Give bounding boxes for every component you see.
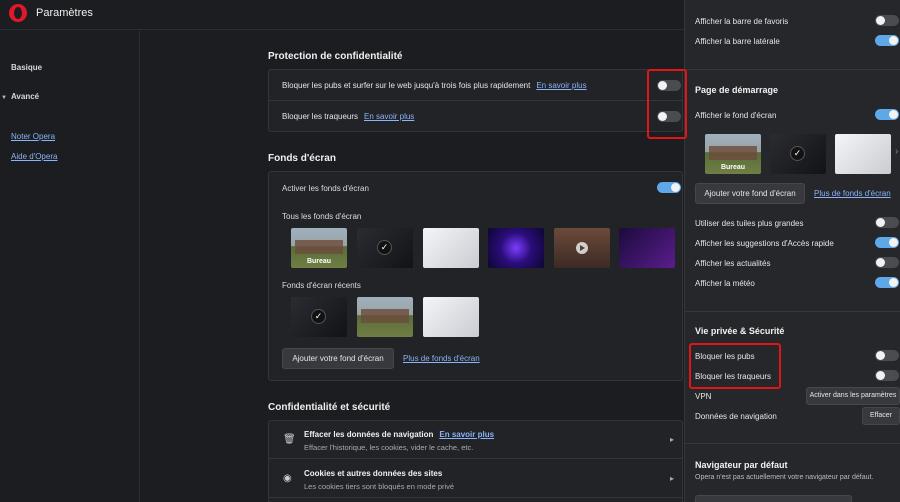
panel-more-wallpapers-link[interactable]: Plus de fonds d'écran bbox=[814, 189, 891, 198]
opera-logo-icon bbox=[9, 4, 27, 22]
wallpaper-thumb-bureau[interactable]: Bureau bbox=[291, 228, 347, 268]
panel-wallpaper-thumb-dark[interactable]: ✓ bbox=[770, 134, 826, 174]
speed-dial-suggestions-toggle[interactable] bbox=[875, 237, 899, 248]
enable-wallpapers-toggle[interactable] bbox=[657, 182, 681, 193]
cookies-row[interactable]: ◉ Cookies et autres données des sites Le… bbox=[269, 460, 682, 498]
block-trackers-learn-more-link[interactable]: En savoir plus bbox=[364, 112, 414, 121]
checkmark-icon: ✓ bbox=[790, 146, 805, 161]
panel-block-trackers-toggle[interactable] bbox=[875, 370, 899, 381]
default-browser-title: Navigateur par défaut bbox=[695, 460, 788, 470]
panel-block-ads-toggle[interactable] bbox=[875, 350, 899, 361]
wallpaper-thumb-video[interactable] bbox=[554, 228, 610, 268]
show-bookmarks-bar-toggle[interactable] bbox=[875, 15, 899, 26]
app-title: Paramètres bbox=[36, 7, 93, 19]
sidebar-link-opera-help[interactable]: Aide d'Opera bbox=[11, 152, 57, 161]
show-news-label: Afficher les actualités bbox=[695, 259, 771, 268]
block-ads-label: Bloquer les pubs et surfer sur le web ju… bbox=[282, 81, 587, 90]
cookie-icon: ◉ bbox=[283, 473, 292, 484]
recent-wallpapers-label: Fonds d'écran récents bbox=[282, 281, 361, 290]
panel-wallpaper-thumb-white[interactable] bbox=[835, 134, 891, 174]
highlight-box-panel-privacy bbox=[689, 343, 781, 389]
section-title-wallpapers: Fonds d'écran bbox=[268, 153, 336, 164]
show-wallpaper-toggle[interactable] bbox=[875, 109, 899, 120]
chevron-down-icon: ▼ bbox=[1, 95, 7, 101]
section-title-privacy-protection: Protection de confidentialité bbox=[268, 51, 403, 62]
settings-main: Protection de confidentialité Bloquer le… bbox=[140, 31, 685, 502]
show-weather-label: Afficher la météo bbox=[695, 279, 755, 288]
show-sidebar-toggle[interactable] bbox=[875, 35, 899, 46]
clear-browsing-data-row[interactable]: 🗑 Effacer les données de navigation En sa… bbox=[269, 421, 682, 459]
speed-dial-suggestions-label: Afficher les suggestions d'Accès rapide bbox=[695, 239, 834, 248]
add-wallpaper-button[interactable]: Ajouter votre fond d'écran bbox=[282, 348, 394, 369]
privacy-security-panel-title: Vie privée & Sécurité bbox=[695, 326, 785, 336]
default-browser-note: Opera n'est pas actuellement votre navig… bbox=[695, 474, 874, 481]
checkmark-icon: ✓ bbox=[377, 240, 392, 255]
sidebar: Basique ▼ Avancé Noter Opera Aide d'Opera bbox=[0, 31, 140, 502]
sidebar-item-advanced[interactable]: ▼ Avancé bbox=[1, 92, 39, 101]
vpn-enable-button[interactable]: Activer dans les paramètres bbox=[806, 387, 900, 405]
easy-setup-panel: Afficher la barre de favoris Afficher la… bbox=[684, 0, 900, 502]
chevron-right-icon: ▸ bbox=[669, 474, 674, 483]
sidebar-item-basic[interactable]: Basique bbox=[11, 63, 42, 72]
section-title-privacy-security: Confidentialité et sécurité bbox=[268, 402, 391, 413]
block-trackers-label: Bloquer les traqueurs En savoir plus bbox=[282, 112, 415, 121]
checkmark-icon: ✓ bbox=[311, 309, 326, 324]
trash-icon: 🗑 bbox=[283, 434, 296, 445]
recent-thumb-bureau[interactable] bbox=[357, 297, 413, 337]
wallpapers-card: Activer les fonds d'écran Tous les fonds… bbox=[268, 171, 683, 381]
cookies-subtitle: Les cookies tiers sont bloqués en mode p… bbox=[304, 482, 455, 491]
panel-divider bbox=[685, 311, 900, 312]
enable-wallpapers-label: Activer les fonds d'écran bbox=[282, 184, 369, 193]
play-icon bbox=[576, 242, 588, 254]
clear-data-button[interactable]: Effacer bbox=[862, 407, 900, 425]
show-wallpaper-label: Afficher le fond d'écran bbox=[695, 111, 777, 120]
chevron-right-icon[interactable]: › bbox=[895, 146, 898, 157]
cookies-title: Cookies et autres données des sites bbox=[304, 469, 443, 478]
panel-divider bbox=[685, 69, 900, 70]
recent-thumb-white[interactable] bbox=[423, 297, 479, 337]
panel-divider bbox=[685, 443, 900, 444]
panel-add-wallpaper-button[interactable]: Ajouter votre fond d'écran bbox=[695, 183, 805, 204]
start-page-title: Page de démarrage bbox=[695, 85, 779, 95]
wallpaper-thumb-dark[interactable]: ✓ bbox=[357, 228, 413, 268]
show-sidebar-label: Afficher la barre latérale bbox=[695, 37, 780, 46]
wallpaper-thumb-purple-art[interactable] bbox=[619, 228, 675, 268]
chevron-right-icon: ▸ bbox=[669, 435, 674, 444]
bigger-tiles-toggle[interactable] bbox=[875, 217, 899, 228]
wallpaper-thumb-white[interactable] bbox=[423, 228, 479, 268]
sidebar-link-rate-opera[interactable]: Noter Opera bbox=[11, 132, 55, 141]
highlight-box-toggles bbox=[647, 69, 687, 139]
block-ads-row: Bloquer les pubs et surfer sur le web ju… bbox=[269, 70, 682, 101]
show-weather-toggle[interactable] bbox=[875, 277, 899, 288]
all-wallpapers-label: Tous les fonds d'écran bbox=[282, 212, 362, 221]
sidebar-item-advanced-label: Avancé bbox=[10, 92, 40, 101]
recent-thumb-dark[interactable]: ✓ bbox=[291, 297, 347, 337]
block-ads-learn-more-link[interactable]: En savoir plus bbox=[536, 81, 586, 90]
privacy-security-card: 🗑 Effacer les données de navigation En sa… bbox=[268, 420, 683, 502]
block-trackers-row: Bloquer les traqueurs En savoir plus bbox=[269, 101, 682, 132]
privacy-protection-card: Bloquer les pubs et surfer sur le web ju… bbox=[268, 69, 683, 132]
show-bookmarks-bar-label: Afficher la barre de favoris bbox=[695, 17, 789, 26]
make-default-button[interactable] bbox=[695, 495, 852, 502]
vpn-label: VPN bbox=[695, 392, 712, 401]
show-news-toggle[interactable] bbox=[875, 257, 899, 268]
bigger-tiles-label: Utiliser des tuiles plus grandes bbox=[695, 219, 804, 228]
clear-browsing-learn-more-link[interactable]: En savoir plus bbox=[439, 430, 494, 439]
panel-wallpaper-thumb-bureau[interactable]: Bureau bbox=[705, 134, 761, 174]
wallpaper-thumb-purple-spiral[interactable] bbox=[488, 228, 544, 268]
browsing-data-label: Données de navigation bbox=[695, 412, 777, 421]
more-wallpapers-link[interactable]: Plus de fonds d'écran bbox=[403, 354, 480, 363]
clear-browsing-data-subtitle: Effacer l'historique, les cookies, vider… bbox=[304, 443, 474, 452]
clear-browsing-data-title: Effacer les données de navigation En savo… bbox=[304, 430, 495, 439]
